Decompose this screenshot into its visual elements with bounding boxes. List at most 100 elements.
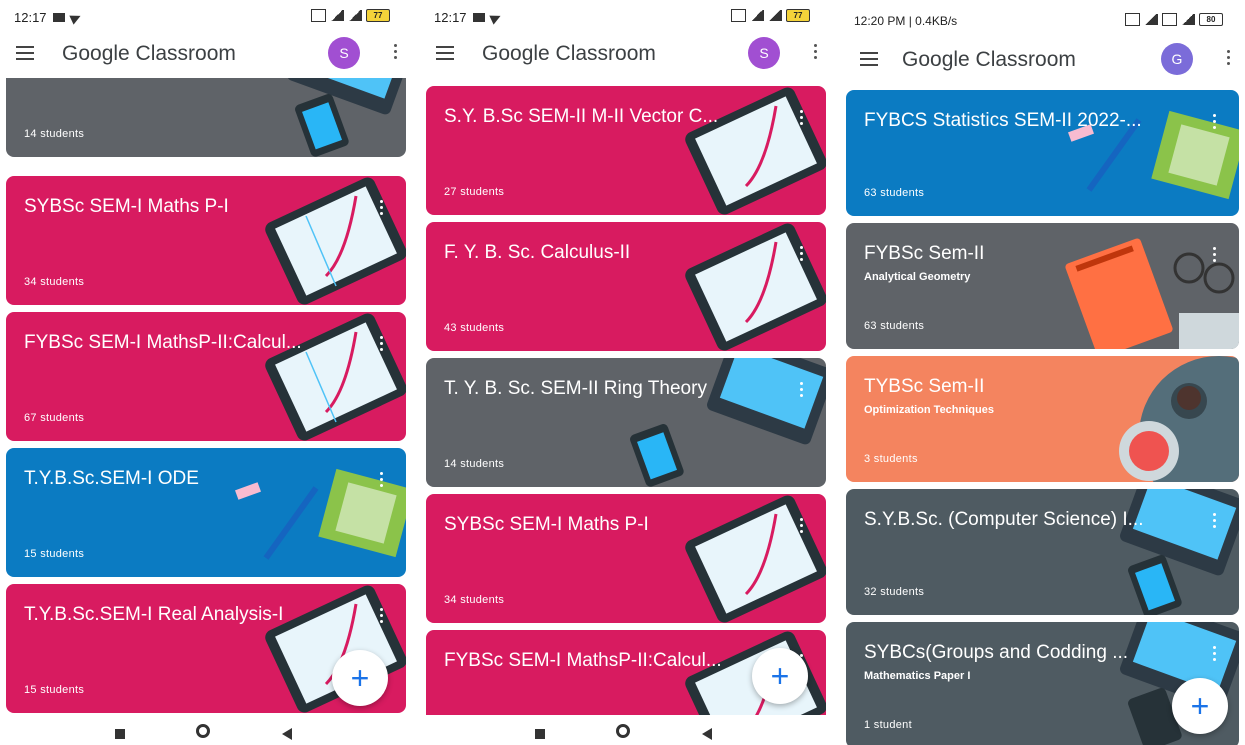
add-class-button[interactable]: + bbox=[752, 648, 808, 704]
card-options-icon[interactable] bbox=[380, 200, 384, 218]
class-card[interactable]: SYBSc SEM-I Maths P-I 34 students bbox=[426, 494, 826, 623]
student-count: 15 students bbox=[24, 684, 85, 696]
telegram-icon bbox=[68, 10, 83, 25]
app-bar: Google Classroom G bbox=[840, 38, 1245, 82]
class-list: FYBCS Statistics SEM-II 2022-... 63 stud… bbox=[846, 90, 1239, 745]
laptop-illustration bbox=[287, 78, 406, 157]
status-bar: 12:20 PM | 0.4KB/s 80 bbox=[840, 0, 1245, 32]
student-count: 63 students bbox=[864, 320, 925, 332]
hamburger-menu-icon[interactable] bbox=[16, 46, 34, 60]
signal-icon bbox=[1144, 14, 1158, 25]
card-options-icon[interactable] bbox=[1213, 646, 1217, 664]
card-options-icon[interactable] bbox=[800, 382, 804, 400]
status-time-group: 12:20 PM | 0.4KB/s bbox=[854, 14, 957, 28]
app-title: Google Classroom bbox=[482, 42, 656, 65]
class-list: 14 students SYBSc SEM-I Maths P-I 34 stu… bbox=[6, 78, 406, 715]
class-name: FYBCS Statistics SEM-II 2022-... bbox=[864, 110, 1142, 131]
signal-icon bbox=[750, 10, 764, 21]
volte-icon bbox=[1125, 13, 1140, 26]
phone-screen-1: 12:17 77 Google Classroom S 14 students … bbox=[0, 0, 412, 745]
class-card[interactable]: 14 students bbox=[6, 78, 406, 157]
student-count: 14 students bbox=[444, 458, 505, 470]
add-class-button[interactable]: + bbox=[1172, 678, 1228, 734]
volte-icon bbox=[1162, 13, 1177, 26]
card-options-icon[interactable] bbox=[800, 246, 804, 264]
battery-icon: 80 bbox=[1199, 13, 1223, 26]
app-title: Google Classroom bbox=[62, 42, 236, 65]
class-section: Analytical Geometry bbox=[864, 271, 971, 283]
laptop-illustration bbox=[1120, 489, 1239, 615]
recents-icon[interactable] bbox=[115, 729, 125, 739]
phone-screen-2: 12:17 77 Google Classroom S S.Y. B.Sc SE… bbox=[420, 0, 832, 745]
system-nav-bar bbox=[0, 719, 412, 745]
add-class-button[interactable]: + bbox=[332, 650, 388, 706]
telegram-icon bbox=[488, 10, 503, 25]
card-options-icon[interactable] bbox=[1213, 513, 1217, 531]
class-card[interactable]: T. Y. B. Sc. SEM-II Ring Theory 14 stude… bbox=[426, 358, 826, 487]
app-title: Google Classroom bbox=[902, 48, 1076, 71]
card-options-icon[interactable] bbox=[380, 608, 384, 626]
account-avatar[interactable]: S bbox=[748, 37, 780, 69]
status-icons: 77 bbox=[311, 9, 390, 22]
class-name: SYBCs(Groups and Codding ... bbox=[864, 642, 1129, 663]
coffee-illustration bbox=[1119, 356, 1239, 482]
back-icon[interactable] bbox=[702, 728, 712, 740]
class-card[interactable]: S.Y. B.Sc SEM-II M-II Vector C... 27 stu… bbox=[426, 86, 826, 215]
class-name: FYBSc SEM-I MathsP-II:Calcul... bbox=[24, 332, 302, 353]
class-card[interactable]: F. Y. B. Sc. Calculus-II 43 students bbox=[426, 222, 826, 351]
student-count: 15 students bbox=[24, 548, 85, 560]
class-section: Optimization Techniques bbox=[864, 404, 994, 416]
class-card[interactable]: SYBSc SEM-I Maths P-I 34 students bbox=[6, 176, 406, 305]
home-icon[interactable] bbox=[616, 724, 630, 738]
status-bar: 12:17 77 bbox=[0, 0, 412, 32]
account-avatar[interactable]: G bbox=[1161, 43, 1193, 75]
back-icon[interactable] bbox=[282, 728, 292, 740]
class-name: FYBSc Sem-II bbox=[864, 243, 985, 264]
card-options-icon[interactable] bbox=[800, 518, 804, 536]
class-name: SYBSc SEM-I Maths P-I bbox=[24, 196, 229, 217]
card-options-icon[interactable] bbox=[800, 110, 804, 128]
card-options-icon[interactable] bbox=[1213, 114, 1217, 132]
class-name: T.Y.B.Sc.SEM-I ODE bbox=[24, 468, 199, 489]
more-options-icon[interactable] bbox=[814, 44, 818, 62]
student-count: 34 students bbox=[24, 276, 85, 288]
book-illustration bbox=[1065, 238, 1239, 349]
class-card[interactable]: T.Y.B.Sc.SEM-I ODE 15 students bbox=[6, 448, 406, 577]
more-options-icon[interactable] bbox=[1227, 50, 1231, 68]
message-icon bbox=[472, 13, 485, 22]
class-card[interactable]: TYBSc Sem-II Optimization Techniques 3 s… bbox=[846, 356, 1239, 482]
class-name: S.Y. B.Sc SEM-II M-II Vector C... bbox=[444, 106, 719, 127]
class-section: Mathematics Paper I bbox=[864, 670, 971, 682]
hamburger-menu-icon[interactable] bbox=[436, 46, 454, 60]
student-count: 3 students bbox=[864, 453, 918, 465]
class-card[interactable]: S.Y.B.Sc. (Computer Science) I... 32 stu… bbox=[846, 489, 1239, 615]
more-options-icon[interactable] bbox=[394, 44, 398, 62]
hamburger-menu-icon[interactable] bbox=[860, 52, 878, 66]
class-list: S.Y. B.Sc SEM-II M-II Vector C... 27 stu… bbox=[426, 78, 826, 715]
volte-icon bbox=[731, 9, 746, 22]
student-count: 27 students bbox=[444, 186, 505, 198]
battery-icon: 77 bbox=[786, 9, 810, 22]
status-time: 12:17 bbox=[14, 10, 47, 25]
student-count: 1 student bbox=[864, 719, 912, 731]
class-card[interactable]: FYBSc SEM-I MathsP-II:Calcul... 67 stude… bbox=[6, 312, 406, 441]
card-options-icon[interactable] bbox=[1213, 247, 1217, 265]
status-icons: 80 bbox=[1125, 13, 1223, 26]
class-name: T. Y. B. Sc. SEM-II Ring Theory bbox=[444, 378, 707, 399]
class-card[interactable]: FYBCS Statistics SEM-II 2022-... 63 stud… bbox=[846, 90, 1239, 216]
account-avatar[interactable]: S bbox=[328, 37, 360, 69]
home-icon[interactable] bbox=[196, 724, 210, 738]
student-count: 63 students bbox=[864, 187, 925, 199]
student-count: 43 students bbox=[444, 322, 505, 334]
card-options-icon[interactable] bbox=[380, 472, 384, 490]
card-options-icon[interactable] bbox=[380, 336, 384, 354]
status-time-group: 12:17 bbox=[14, 10, 83, 25]
class-card[interactable]: FYBSc Sem-II Analytical Geometry 63 stud… bbox=[846, 223, 1239, 349]
signal-icon bbox=[348, 10, 362, 21]
class-name: TYBSc Sem-II bbox=[864, 376, 985, 397]
app-bar: Google Classroom S bbox=[0, 32, 412, 76]
student-count: 34 students bbox=[444, 594, 505, 606]
phone-screen-3: 12:20 PM | 0.4KB/s 80 Google Classroom G… bbox=[840, 0, 1245, 745]
recents-icon[interactable] bbox=[535, 729, 545, 739]
class-name: S.Y.B.Sc. (Computer Science) I... bbox=[864, 509, 1144, 530]
